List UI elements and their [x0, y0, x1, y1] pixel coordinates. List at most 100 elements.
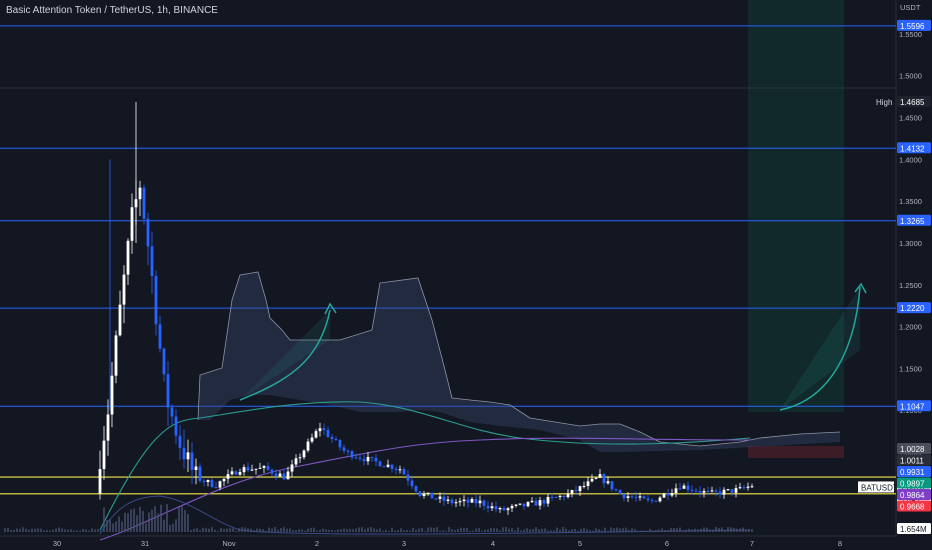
volume-bar: [244, 527, 246, 532]
volume-bar: [118, 516, 120, 532]
volume-bar: [337, 529, 339, 532]
volume-bar: [322, 528, 324, 532]
candle-body: [702, 490, 706, 493]
x-tick-7: 7: [750, 539, 754, 548]
volume-bar: [436, 527, 438, 532]
volume-bar: [313, 527, 315, 532]
price-chart[interactable]: USDT 1.5500 1.5000 1.4500 1.4000 1.3500 1.3000…: [0, 0, 932, 550]
candle-body: [742, 487, 746, 489]
volume-bar: [751, 529, 753, 532]
volume-bar: [730, 527, 732, 532]
volume-bar: [184, 510, 186, 532]
volume-bar: [604, 527, 606, 532]
candle-body: [326, 430, 330, 437]
volume-bar: [193, 528, 195, 532]
volume-bar: [190, 530, 192, 532]
volume-bar: [46, 530, 48, 532]
chart-root[interactable]: USDT 1.5500 1.5000 1.4500 1.4000 1.3500 1.3000…: [0, 0, 932, 550]
volume-bar: [388, 530, 390, 532]
volume-bar: [61, 528, 63, 532]
volume-bar: [145, 523, 147, 532]
candle-body: [734, 488, 738, 493]
candle-body: [714, 490, 718, 492]
candle-body: [194, 466, 198, 471]
volume-bar: [331, 529, 333, 532]
volume-bar: [79, 530, 81, 532]
volume-bar: [343, 528, 345, 532]
volume-bar: [469, 530, 471, 532]
volume-bar: [613, 528, 615, 532]
volume-bar: [655, 530, 657, 532]
candle-body: [218, 481, 222, 488]
high-marker-label: High: [876, 98, 892, 107]
candle-body: [190, 452, 194, 471]
candle-body: [346, 450, 350, 452]
volume-bar: [742, 527, 744, 532]
candle-body: [502, 508, 506, 511]
candle-body: [306, 441, 310, 451]
volume-bar: [493, 528, 495, 532]
volume-tag: 1.654M: [900, 525, 927, 534]
candle-body: [630, 496, 634, 498]
volume-bar: [91, 528, 93, 532]
candle-body: [486, 505, 490, 509]
volume-bar: [400, 528, 402, 532]
candle-body: [490, 506, 494, 509]
candle-body: [466, 499, 470, 503]
volume-bar: [187, 513, 189, 532]
volume-bar: [139, 506, 141, 532]
volume-bar: [679, 527, 681, 532]
candle-body: [342, 447, 346, 451]
candle-body: [542, 500, 546, 504]
candle-body: [322, 428, 326, 431]
volume-bar: [373, 528, 375, 532]
volume-bar: [283, 527, 285, 532]
volume-bar: [226, 528, 228, 532]
candle-body: [730, 489, 734, 493]
volume-bar: [676, 528, 678, 532]
symbol-title: Basic Attention Token / TetherUS, 1h, BI…: [6, 5, 218, 16]
level-tag-1.1047: 1.1047: [900, 402, 925, 411]
volume-bar: [631, 528, 633, 532]
candle-body: [550, 496, 554, 498]
volume-bar: [565, 528, 567, 532]
candle-body: [314, 431, 318, 438]
volume-bar: [460, 527, 462, 532]
volume-bar: [457, 528, 459, 532]
candle-body: [570, 489, 574, 494]
candle-body: [638, 496, 642, 498]
volume-bar: [262, 529, 264, 532]
volume-bar: [391, 527, 393, 532]
candle-body: [210, 480, 214, 488]
candle-body: [518, 503, 522, 505]
volume-bar: [721, 527, 723, 532]
candle-body: [142, 187, 146, 219]
volume-bar: [346, 528, 348, 532]
volume-bar: [634, 529, 636, 532]
volume-bar: [406, 529, 408, 532]
candle-body: [478, 500, 482, 504]
candle-body: [398, 469, 402, 471]
volume-bar: [34, 528, 36, 532]
volume-bar: [355, 528, 357, 532]
candle-body: [614, 489, 618, 491]
volume-bar: [55, 528, 57, 532]
candle-body: [202, 480, 206, 482]
volume-bar: [499, 530, 501, 532]
x-tick-31: 31: [141, 539, 149, 548]
candle-body: [546, 496, 550, 504]
volume-bar: [301, 529, 303, 532]
volume-bar: [598, 529, 600, 532]
volume-bar: [508, 528, 510, 532]
volume-bar: [88, 530, 90, 532]
candle-body: [350, 451, 354, 458]
candle-body: [506, 508, 510, 511]
candle-body: [246, 467, 250, 471]
level-tag-1.2220: 1.2220: [900, 304, 925, 313]
candle-body: [458, 501, 462, 503]
volume-bar: [451, 529, 453, 532]
volume-bar: [559, 529, 561, 532]
volume-bar: [574, 528, 576, 532]
volume-bar: [259, 528, 261, 532]
candle-body: [150, 246, 154, 277]
